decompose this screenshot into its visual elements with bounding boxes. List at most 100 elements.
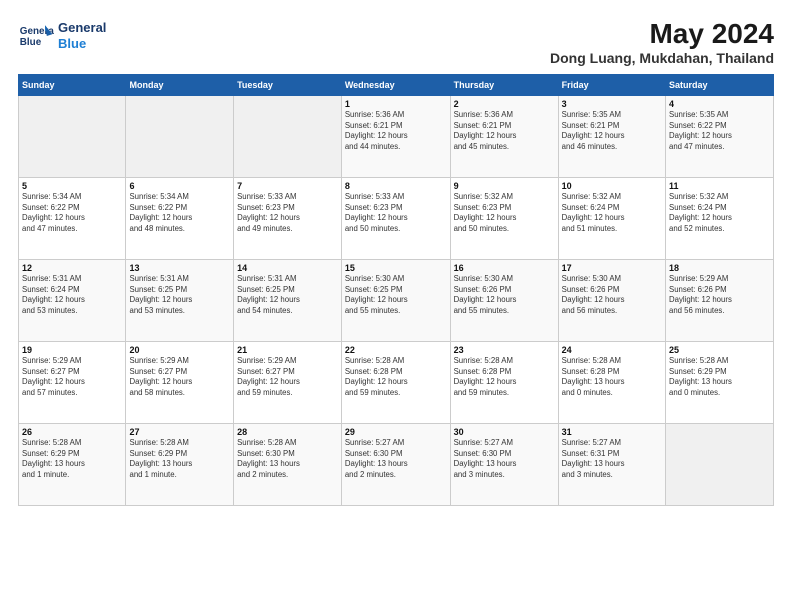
- calendar-cell: 22Sunrise: 5:28 AM Sunset: 6:28 PM Dayli…: [341, 342, 450, 424]
- main-title: May 2024: [550, 18, 774, 50]
- calendar-cell: [666, 424, 774, 506]
- day-number: 16: [454, 263, 555, 273]
- calendar-cell: 12Sunrise: 5:31 AM Sunset: 6:24 PM Dayli…: [19, 260, 126, 342]
- day-number: 14: [237, 263, 338, 273]
- calendar-cell: 4Sunrise: 5:35 AM Sunset: 6:22 PM Daylig…: [666, 96, 774, 178]
- page: General Blue General Blue May 2024 Dong …: [0, 0, 792, 612]
- day-info: Sunrise: 5:35 AM Sunset: 6:21 PM Dayligh…: [562, 110, 662, 152]
- calendar-cell: 17Sunrise: 5:30 AM Sunset: 6:26 PM Dayli…: [558, 260, 665, 342]
- calendar-cell: 11Sunrise: 5:32 AM Sunset: 6:24 PM Dayli…: [666, 178, 774, 260]
- calendar-cell: 21Sunrise: 5:29 AM Sunset: 6:27 PM Dayli…: [234, 342, 342, 424]
- calendar-cell: 26Sunrise: 5:28 AM Sunset: 6:29 PM Dayli…: [19, 424, 126, 506]
- day-number: 29: [345, 427, 447, 437]
- calendar-cell: 1Sunrise: 5:36 AM Sunset: 6:21 PM Daylig…: [341, 96, 450, 178]
- calendar-cell: 6Sunrise: 5:34 AM Sunset: 6:22 PM Daylig…: [126, 178, 234, 260]
- week-row-1: 5 Sunrise: 5:34 AM Sunset: 6:22 PM Daylig…: [19, 178, 774, 260]
- day-info: Sunrise: 5:27 AM Sunset: 6:30 PM Dayligh…: [454, 438, 555, 480]
- day-info: Sunrise: 5:33 AM Sunset: 6:23 PM Dayligh…: [237, 192, 338, 234]
- day-number: 13: [129, 263, 230, 273]
- calendar-cell: 2Sunrise: 5:36 AM Sunset: 6:21 PM Daylig…: [450, 96, 558, 178]
- calendar-cell: 31Sunrise: 5:27 AM Sunset: 6:31 PM Dayli…: [558, 424, 665, 506]
- day-number: 7: [237, 181, 338, 191]
- day-number: 25: [669, 345, 770, 355]
- day-number: 3: [562, 99, 662, 109]
- day-info: Sunrise: 5:30 AM Sunset: 6:26 PM Dayligh…: [562, 274, 662, 316]
- day-info: Sunrise: 5:27 AM Sunset: 6:31 PM Dayligh…: [562, 438, 662, 480]
- week-row-4: 26Sunrise: 5:28 AM Sunset: 6:29 PM Dayli…: [19, 424, 774, 506]
- day-number: 5: [22, 181, 122, 191]
- day-info: Sunrise: 5:34 AM Sunset: 6:22 PM Dayligh…: [129, 192, 230, 234]
- day-info: Sunrise: 5:35 AM Sunset: 6:22 PM Dayligh…: [669, 110, 770, 152]
- day-number: 9: [454, 181, 555, 191]
- weekday-header-monday: Monday: [126, 75, 234, 96]
- calendar-cell: 19Sunrise: 5:29 AM Sunset: 6:27 PM Dayli…: [19, 342, 126, 424]
- week-row-0: 1Sunrise: 5:36 AM Sunset: 6:21 PM Daylig…: [19, 96, 774, 178]
- logo: General Blue General Blue: [18, 18, 106, 54]
- calendar-cell: 23Sunrise: 5:28 AM Sunset: 6:28 PM Dayli…: [450, 342, 558, 424]
- header: General Blue General Blue May 2024 Dong …: [18, 18, 774, 66]
- day-number: 2: [454, 99, 555, 109]
- day-number: 19: [22, 345, 122, 355]
- day-info: Sunrise: 5:28 AM Sunset: 6:29 PM Dayligh…: [129, 438, 230, 480]
- calendar-cell: 13Sunrise: 5:31 AM Sunset: 6:25 PM Dayli…: [126, 260, 234, 342]
- day-info: Sunrise: 5:30 AM Sunset: 6:26 PM Dayligh…: [454, 274, 555, 316]
- day-number: 12: [22, 263, 122, 273]
- day-info: Sunrise: 5:36 AM Sunset: 6:21 PM Dayligh…: [345, 110, 447, 152]
- day-info: Sunrise: 5:32 AM Sunset: 6:23 PM Dayligh…: [454, 192, 555, 234]
- day-number: 8: [345, 181, 447, 191]
- day-info: Sunrise: 5:29 AM Sunset: 6:26 PM Dayligh…: [669, 274, 770, 316]
- day-number: 31: [562, 427, 662, 437]
- weekday-header-sunday: Sunday: [19, 75, 126, 96]
- calendar-cell: [126, 96, 234, 178]
- logo-text2: Blue: [58, 36, 106, 52]
- day-number: 15: [345, 263, 447, 273]
- day-number: 26: [22, 427, 122, 437]
- day-info: Sunrise: 5:33 AM Sunset: 6:23 PM Dayligh…: [345, 192, 447, 234]
- day-info: Sunrise: 5:28 AM Sunset: 6:28 PM Dayligh…: [345, 356, 447, 398]
- calendar-cell: 9Sunrise: 5:32 AM Sunset: 6:23 PM Daylig…: [450, 178, 558, 260]
- day-info: Sunrise: 5:28 AM Sunset: 6:29 PM Dayligh…: [669, 356, 770, 398]
- calendar-cell: 16Sunrise: 5:30 AM Sunset: 6:26 PM Dayli…: [450, 260, 558, 342]
- day-info: Sunrise: 5:28 AM Sunset: 6:28 PM Dayligh…: [454, 356, 555, 398]
- day-number: 11: [669, 181, 770, 191]
- day-info: Sunrise: 5:32 AM Sunset: 6:24 PM Dayligh…: [669, 192, 770, 234]
- weekday-header-tuesday: Tuesday: [234, 75, 342, 96]
- svg-text:Blue: Blue: [20, 37, 42, 48]
- day-number: 1: [345, 99, 447, 109]
- day-info: Sunrise: 5:29 AM Sunset: 6:27 PM Dayligh…: [237, 356, 338, 398]
- day-number: 18: [669, 263, 770, 273]
- day-number: 6: [129, 181, 230, 191]
- day-info: Sunrise: 5:31 AM Sunset: 6:25 PM Dayligh…: [237, 274, 338, 316]
- calendar-cell: 25Sunrise: 5:28 AM Sunset: 6:29 PM Dayli…: [666, 342, 774, 424]
- calendar-cell: 28Sunrise: 5:28 AM Sunset: 6:30 PM Dayli…: [234, 424, 342, 506]
- calendar-cell: 3Sunrise: 5:35 AM Sunset: 6:21 PM Daylig…: [558, 96, 665, 178]
- calendar-cell: 10Sunrise: 5:32 AM Sunset: 6:24 PM Dayli…: [558, 178, 665, 260]
- logo-icon: General Blue: [18, 18, 54, 54]
- day-number: 17: [562, 263, 662, 273]
- day-info: Sunrise: 5:36 AM Sunset: 6:21 PM Dayligh…: [454, 110, 555, 152]
- calendar-cell: 14Sunrise: 5:31 AM Sunset: 6:25 PM Dayli…: [234, 260, 342, 342]
- calendar-cell: 24Sunrise: 5:28 AM Sunset: 6:28 PM Dayli…: [558, 342, 665, 424]
- day-number: 24: [562, 345, 662, 355]
- day-number: 22: [345, 345, 447, 355]
- day-info: Sunrise: 5:28 AM Sunset: 6:29 PM Dayligh…: [22, 438, 122, 480]
- day-number: 23: [454, 345, 555, 355]
- weekday-header-saturday: Saturday: [666, 75, 774, 96]
- calendar-cell: 20Sunrise: 5:29 AM Sunset: 6:27 PM Dayli…: [126, 342, 234, 424]
- calendar-cell: 29Sunrise: 5:27 AM Sunset: 6:30 PM Dayli…: [341, 424, 450, 506]
- day-number: 4: [669, 99, 770, 109]
- calendar-cell: 30Sunrise: 5:27 AM Sunset: 6:30 PM Dayli…: [450, 424, 558, 506]
- day-number: 10: [562, 181, 662, 191]
- subtitle: Dong Luang, Mukdahan, Thailand: [550, 50, 774, 66]
- day-info: Sunrise: 5:28 AM Sunset: 6:28 PM Dayligh…: [562, 356, 662, 398]
- weekday-header-thursday: Thursday: [450, 75, 558, 96]
- day-info: Sunrise: 5:30 AM Sunset: 6:25 PM Dayligh…: [345, 274, 447, 316]
- day-number: 28: [237, 427, 338, 437]
- day-number: 20: [129, 345, 230, 355]
- title-block: May 2024 Dong Luang, Mukdahan, Thailand: [550, 18, 774, 66]
- calendar-cell: 5Sunrise: 5:34 AM Sunset: 6:22 PM Daylig…: [19, 178, 126, 260]
- calendar-cell: 18Sunrise: 5:29 AM Sunset: 6:26 PM Dayli…: [666, 260, 774, 342]
- day-info: Sunrise: 5:29 AM Sunset: 6:27 PM Dayligh…: [22, 356, 122, 398]
- calendar: SundayMondayTuesdayWednesdayThursdayFrid…: [18, 74, 774, 506]
- calendar-cell: 7Sunrise: 5:33 AM Sunset: 6:23 PM Daylig…: [234, 178, 342, 260]
